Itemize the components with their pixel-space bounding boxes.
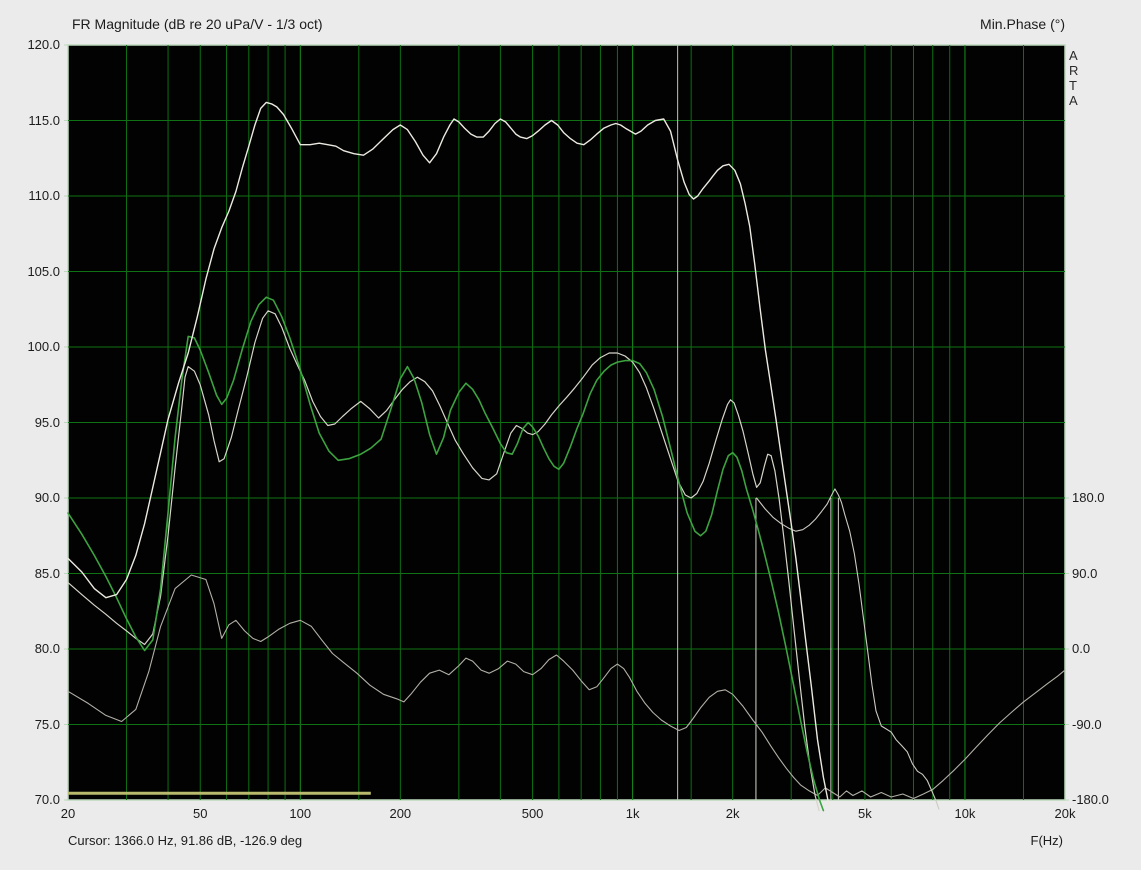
y-left-tick-label: 95.0: [34, 414, 60, 430]
x-axis-title: F(Hz): [1030, 833, 1064, 848]
arta-window: FR Magnitude (dB re 20 uPa/V - 1/3 oct) …: [0, 0, 1141, 870]
y-left-tick-label: 115.0: [28, 112, 60, 128]
x-tick-label: 500: [521, 806, 544, 821]
y-right-tick-label: -90.0: [1072, 716, 1102, 732]
right-axis-title: Min.Phase (°): [980, 16, 1065, 32]
x-tick-label: 50: [193, 806, 208, 821]
x-tick-label: 2k: [725, 806, 740, 821]
y-left-tick-label: 110.0: [28, 188, 60, 203]
page-title: FR Magnitude (dB re 20 uPa/V - 1/3 oct): [72, 16, 323, 32]
y-left-tick-label: 80.0: [34, 641, 60, 656]
y-left-tick-label: 120.0: [27, 37, 60, 52]
x-tick-label: 1k: [625, 806, 640, 821]
x-tick-label: 100: [289, 806, 312, 821]
y-left-tick-label: 100.0: [27, 339, 60, 354]
y-left-tick-label: 105.0: [27, 263, 60, 279]
x-tick-label: 20k: [1054, 806, 1076, 821]
x-tick-label: 5k: [858, 806, 872, 821]
y-left-tick-label: 85.0: [34, 565, 60, 581]
x-tick-label: 10k: [954, 806, 976, 821]
arta-watermark-letter: A: [1069, 93, 1078, 108]
y-left-tick-label: 75.0: [34, 716, 60, 732]
x-tick-label: 20: [60, 806, 76, 821]
y-right-tick-label: 0.0: [1072, 641, 1091, 656]
x-tick-label: 200: [389, 806, 412, 821]
arta-watermark-letter: A: [1069, 48, 1078, 63]
arta-watermark-letter: T: [1069, 78, 1077, 93]
cursor-readout: Cursor: 1366.0 Hz, 91.86 dB, -126.9 deg: [68, 833, 303, 848]
fr-magnitude-plot[interactable]: [0, 0, 1141, 870]
arta-watermark: ARTA: [1069, 48, 1078, 108]
arta-watermark-letter: R: [1069, 63, 1079, 78]
y-left-tick-label: 90.0: [34, 490, 60, 505]
y-right-tick-label: 180.0: [1072, 490, 1105, 505]
y-right-tick-label: 90.0: [1072, 565, 1098, 581]
